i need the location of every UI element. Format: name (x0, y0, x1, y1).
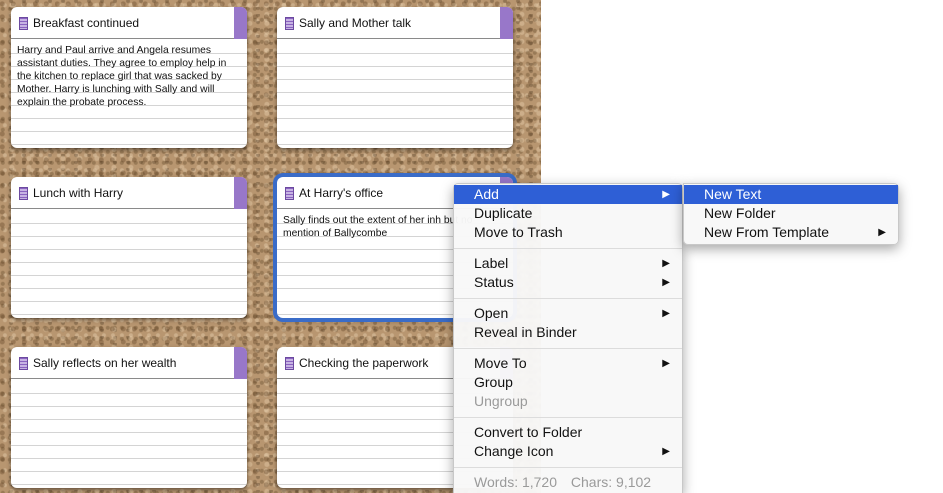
document-icon (285, 17, 294, 30)
card-header: Breakfast continued (11, 7, 247, 39)
card-header: Sally reflects on her wealth (11, 347, 247, 379)
card-body[interactable] (277, 40, 513, 148)
card-body[interactable] (11, 210, 247, 318)
word-count: Words: 1,720 (474, 474, 558, 490)
menu-item-label-submenu[interactable]: Label ▶ (454, 254, 682, 273)
menu-separator (454, 348, 682, 349)
menu-item-label: Move To (474, 355, 527, 371)
index-card[interactable]: Sally reflects on her wealth (11, 347, 247, 488)
card-title[interactable]: Lunch with Harry (33, 186, 231, 200)
submenu-arrow-icon: ▶ (878, 227, 886, 238)
card-title[interactable]: Sally reflects on her wealth (33, 356, 231, 370)
card-synopsis[interactable]: Harry and Paul arrive and Angela resumes… (17, 44, 239, 109)
menu-item-label: Convert to Folder (474, 424, 583, 440)
menu-item-ungroup: Ungroup (454, 392, 682, 411)
document-icon (19, 357, 28, 370)
word-count-status: Words: 1,720 Chars: 9,102 (474, 473, 661, 492)
menu-item-reveal-in-binder[interactable]: Reveal in Binder (454, 323, 682, 342)
menu-item-label: Ungroup (474, 393, 528, 409)
menu-item-label: New Text (704, 186, 762, 202)
menu-separator (454, 417, 682, 418)
menu-item-label: Change Icon (474, 443, 554, 459)
menu-item-label: Status (474, 274, 514, 290)
menu-item-move-to[interactable]: Move To ▶ (454, 354, 682, 373)
menu-item-label: New Folder (704, 205, 776, 221)
menu-item-new-folder[interactable]: New Folder (684, 204, 898, 223)
add-submenu: New Text New Folder New From Template ▶ (683, 183, 899, 245)
label-color-strip (234, 347, 247, 379)
submenu-arrow-icon: ▶ (662, 446, 670, 457)
menu-item-label: Label (474, 255, 509, 271)
card-header: Lunch with Harry (11, 177, 247, 209)
index-card[interactable]: Breakfast continued Harry and Paul arriv… (11, 7, 247, 148)
menu-item-add[interactable]: Add ▶ (454, 185, 682, 204)
document-icon (19, 187, 28, 200)
document-icon (19, 17, 28, 30)
menu-separator (454, 248, 682, 249)
submenu-arrow-icon: ▶ (662, 358, 670, 369)
char-count: Chars: 9,102 (570, 474, 652, 490)
card-body[interactable] (11, 380, 247, 488)
submenu-arrow-icon: ▶ (662, 189, 670, 200)
document-icon (285, 187, 294, 200)
menu-item-duplicate[interactable]: Duplicate (454, 204, 682, 223)
document-icon (285, 357, 294, 370)
label-color-strip (234, 177, 247, 209)
menu-item-label: Reveal in Binder (474, 324, 577, 340)
menu-item-open[interactable]: Open ▶ (454, 304, 682, 323)
menu-item-label: New From Template (704, 224, 830, 240)
menu-separator (454, 298, 682, 299)
menu-item-status[interactable]: Status ▶ (454, 273, 682, 292)
index-card[interactable]: Sally and Mother talk (277, 7, 513, 148)
card-title[interactable]: Sally and Mother talk (299, 16, 497, 30)
submenu-arrow-icon: ▶ (662, 308, 670, 319)
label-color-strip (234, 7, 247, 39)
label-color-strip (500, 7, 513, 39)
menu-item-new-text[interactable]: New Text (684, 185, 898, 204)
menu-item-new-from-template[interactable]: New From Template ▶ (684, 223, 898, 242)
menu-item-label: Duplicate (474, 205, 533, 221)
card-title[interactable]: Breakfast continued (33, 16, 231, 30)
card-header: Sally and Mother talk (277, 7, 513, 39)
menu-item-change-icon[interactable]: Change Icon ▶ (454, 442, 682, 461)
menu-item-label: Group (474, 374, 513, 390)
menu-item-move-to-trash[interactable]: Move to Trash (454, 223, 682, 242)
index-card[interactable]: Lunch with Harry (11, 177, 247, 318)
menu-item-label: Add (474, 186, 499, 202)
menu-item-convert-to-folder[interactable]: Convert to Folder (454, 423, 682, 442)
menu-item-group[interactable]: Group (454, 373, 682, 392)
menu-item-label: Move to Trash (474, 224, 563, 240)
submenu-arrow-icon: ▶ (662, 277, 670, 288)
submenu-arrow-icon: ▶ (662, 258, 670, 269)
context-menu: Add ▶ Duplicate Move to Trash Label ▶ St… (453, 183, 683, 493)
menu-separator (454, 467, 682, 468)
menu-item-label: Open (474, 305, 509, 321)
